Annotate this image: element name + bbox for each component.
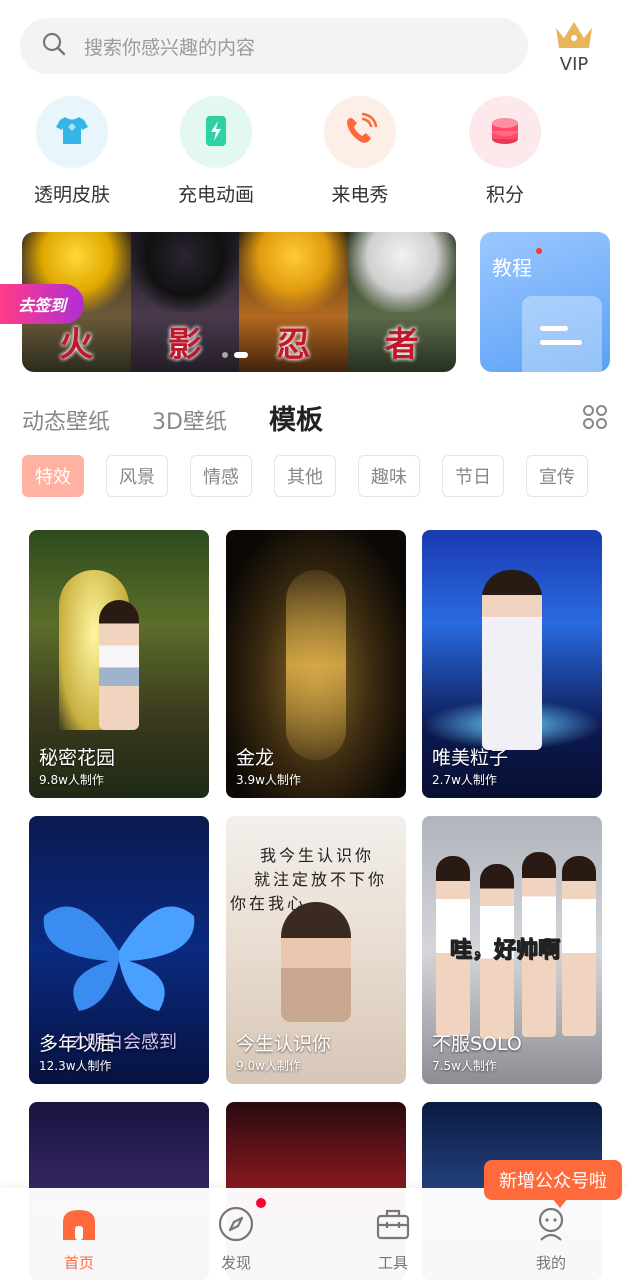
- notification-dot: [256, 1198, 266, 1208]
- shortcut-charge-animation[interactable]: 充电动画: [161, 96, 271, 207]
- card-figure: [482, 570, 542, 750]
- card-count: 3.9w人制作: [236, 773, 301, 787]
- card-overlay-line: 我今生认识你: [260, 846, 375, 865]
- chip-promo[interactable]: 宣传: [526, 455, 588, 497]
- banner-panel: 影: [130, 232, 239, 372]
- promo-banner[interactable]: 火 影 忍 者: [22, 232, 456, 372]
- document-icon: [522, 296, 602, 372]
- bottom-nav: 首页 发现 工具 我的: [0, 1188, 630, 1280]
- banner-character: 忍: [276, 325, 311, 365]
- category-tabs: 动态壁纸 3D壁纸 模板: [22, 398, 365, 437]
- card-title: 金龙: [236, 747, 275, 769]
- compass-icon: [216, 1206, 256, 1248]
- card-title: 不服SOLO: [432, 1033, 522, 1055]
- card-title: 多年以后: [39, 1033, 116, 1055]
- nav-label: 发现: [220, 1254, 251, 1272]
- profile-icon: [531, 1207, 571, 1248]
- card-overlay-text: 哇，好帅啊: [449, 938, 561, 964]
- card-title: 今生认识你: [236, 1033, 332, 1055]
- tutorial-label: 教程: [492, 256, 532, 280]
- butterfly-icon: [43, 906, 195, 1011]
- card-figure: [99, 600, 139, 730]
- card-count: 2.7w人制作: [432, 773, 497, 787]
- tab-live-wallpaper[interactable]: 动态壁纸: [22, 404, 110, 436]
- home-icon: [59, 1210, 99, 1248]
- card-overlay-line: 就注定放不下你: [254, 870, 388, 889]
- card-title: 秘密花园: [39, 747, 116, 769]
- banner-character: 者: [384, 325, 419, 365]
- shortcut-label: 充电动画: [177, 184, 254, 206]
- tab-template[interactable]: 模板: [269, 398, 323, 437]
- banner-panel: 忍: [239, 232, 348, 372]
- card-count: 7.5w人制作: [432, 1059, 497, 1073]
- banner-character: 火: [59, 325, 94, 365]
- shortcut-label: 透明皮肤: [33, 184, 110, 206]
- chip-fun[interactable]: 趣味: [358, 455, 420, 497]
- battery-charge-icon: [197, 111, 235, 153]
- template-card[interactable]: 我今生认识你 就注定放不下你 你在我心 今生认识你 9.0w人制作: [226, 816, 406, 1084]
- nav-home[interactable]: 首页: [39, 1204, 119, 1273]
- vip-button[interactable]: VIP: [550, 18, 598, 75]
- coin-stack-icon: [486, 111, 524, 153]
- template-card[interactable]: 才明白会感到 多年以后 12.3w人制作: [29, 816, 209, 1084]
- search-icon: [40, 30, 68, 62]
- shortcut-label: 积分: [485, 184, 524, 206]
- chip-effects[interactable]: 特效: [22, 455, 84, 497]
- banner-character: 影: [167, 325, 202, 365]
- sign-in-button[interactable]: 去签到: [0, 284, 84, 324]
- nav-label: 首页: [63, 1254, 94, 1272]
- nav-discover[interactable]: 发现: [196, 1204, 276, 1273]
- banner-panel: 者: [347, 232, 456, 372]
- announcement-tooltip[interactable]: 新增公众号啦: [484, 1160, 622, 1200]
- tooltip-arrow: [552, 1198, 568, 1208]
- chip-other[interactable]: 其他: [274, 455, 336, 497]
- shirt-icon: [53, 111, 91, 153]
- card-count: 9.8w人制作: [39, 773, 104, 787]
- grid-menu-icon[interactable]: [582, 404, 608, 430]
- phone-ring-icon: [341, 111, 379, 153]
- filter-chips: 特效 风景 情感 其他 趣味 节日 宣传: [22, 455, 588, 497]
- template-card[interactable]: 秘密花园 9.8w人制作: [29, 530, 209, 798]
- card-count: 12.3w人制作: [39, 1059, 112, 1073]
- tutorial-card[interactable]: 教程: [480, 232, 610, 372]
- shortcut-caller-show[interactable]: 来电秀: [305, 96, 415, 207]
- nav-profile[interactable]: 我的: [511, 1204, 591, 1273]
- tab-3d-wallpaper[interactable]: 3D壁纸: [152, 404, 227, 436]
- template-card[interactable]: 唯美粒子 2.7w人制作: [422, 530, 602, 798]
- chip-scenery[interactable]: 风景: [106, 455, 168, 497]
- template-card[interactable]: 金龙 3.9w人制作: [226, 530, 406, 798]
- nav-label: 工具: [377, 1254, 408, 1272]
- toolbox-icon: [373, 1209, 413, 1248]
- search-bar[interactable]: 搜索你感兴趣的内容: [20, 18, 528, 74]
- card-count: 9.0w人制作: [236, 1059, 301, 1073]
- card-figure: [281, 902, 351, 1022]
- shortcut-label: 来电秀: [331, 184, 389, 206]
- card-title: 唯美粒子: [432, 747, 509, 769]
- shortcut-points[interactable]: 积分: [450, 96, 560, 207]
- chip-holiday[interactable]: 节日: [442, 455, 504, 497]
- banner-pagination: [222, 352, 248, 358]
- nav-tools[interactable]: 工具: [353, 1204, 433, 1273]
- template-card[interactable]: 哇，好帅啊 不服SOLO 7.5w人制作: [422, 816, 602, 1084]
- vip-label: VIP: [559, 54, 589, 75]
- search-placeholder: 搜索你感兴趣的内容: [84, 36, 256, 59]
- nav-label: 我的: [535, 1254, 566, 1272]
- chip-emotion[interactable]: 情感: [190, 455, 252, 497]
- shortcut-transparent-skin[interactable]: 透明皮肤: [17, 96, 127, 207]
- notification-dot: [536, 248, 542, 254]
